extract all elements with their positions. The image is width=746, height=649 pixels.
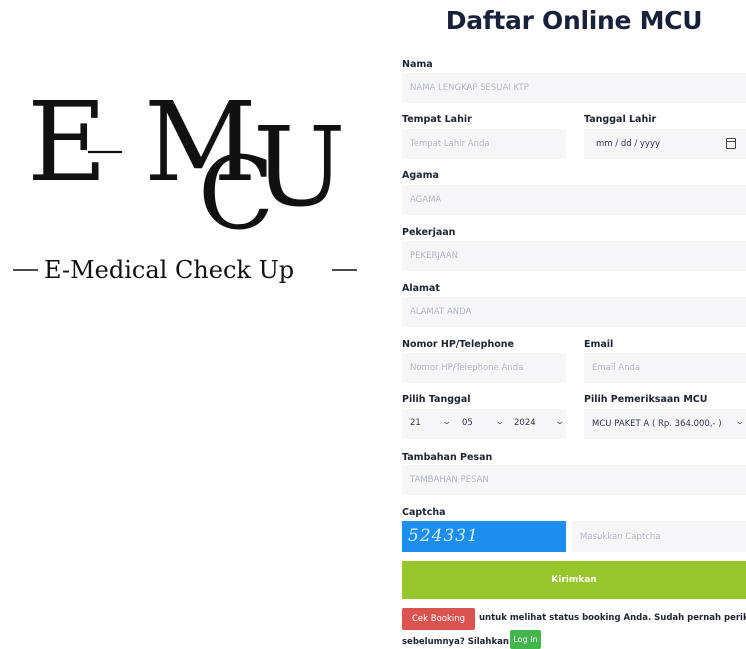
kirimkan-button[interactable]: Kirimkan xyxy=(402,561,746,599)
nomor-hp-label: Nomor HP/Telephone xyxy=(402,339,514,350)
month-value: 05 xyxy=(462,418,473,428)
pemeriksaan-label: Pilih Pemeriksaan MCU xyxy=(584,394,708,405)
chevron-down-icon: ⌄ xyxy=(734,417,746,427)
logo-letter-u: U xyxy=(253,103,346,231)
pekerjaan-placeholder: PEKERJAAN xyxy=(410,251,458,261)
agama-label: Agama xyxy=(402,170,439,181)
alamat-placeholder: ALAMAT ANDA xyxy=(410,307,472,317)
email-placeholder: Email Anda xyxy=(592,363,641,373)
booking-info-text: untuk melihat status booking Anda. Sudah… xyxy=(479,613,746,623)
tanggal-lahir-input[interactable]: mm / dd / yyyy xyxy=(584,129,746,159)
pilih-tanggal-group: 21 ⌄ 05 ⌄ 2024 ⌄ xyxy=(402,409,566,439)
pekerjaan-input[interactable]: PEKERJAAN xyxy=(402,241,746,271)
email-label: Email xyxy=(584,339,614,350)
tempat-lahir-input[interactable]: Tempat Lahir Anda xyxy=(402,129,566,159)
cek-booking-button[interactable]: Cek Booking xyxy=(402,608,475,630)
logo-letter-e: E xyxy=(27,78,107,206)
chevron-down-icon: ⌄ xyxy=(494,417,506,427)
pemeriksaan-select[interactable]: MCU PAKET A ( Rp. 364.000,- ) ⌄ xyxy=(584,409,746,439)
logo-graphic: E M C U E-Medical Check Up xyxy=(13,78,357,284)
day-value: 21 xyxy=(410,418,421,428)
tempat-lahir-placeholder: Tempat Lahir Anda xyxy=(410,139,490,149)
pekerjaan-label: Pekerjaan xyxy=(402,227,456,238)
nama-input[interactable]: NAMA LENGKAP SESUAI KTP xyxy=(402,73,746,103)
agama-placeholder: AGAMA xyxy=(410,195,442,205)
form-title: Daftar Online MCU xyxy=(445,6,703,35)
day-select[interactable]: 21 ⌄ xyxy=(402,409,456,439)
month-select[interactable]: 05 ⌄ xyxy=(456,409,510,439)
captcha-image: 524331 xyxy=(402,521,566,552)
login-prompt-text: sebelumnya? Silahkan xyxy=(402,637,509,647)
captcha-code: 524331 xyxy=(408,526,479,546)
nomor-hp-placeholder: Nomor HP/Telephone Anda xyxy=(410,363,524,373)
captcha-placeholder: Masukkan Captcha xyxy=(580,531,661,542)
emcu-logo: E M C U E-Medical Check Up xyxy=(0,60,372,300)
pemeriksaan-value: MCU PAKET A ( Rp. 364.000,- ) xyxy=(592,419,722,429)
alamat-label: Alamat xyxy=(402,283,440,294)
nomor-hp-input[interactable]: Nomor HP/Telephone Anda xyxy=(402,353,566,383)
login-button[interactable]: Log In xyxy=(510,630,541,649)
chevron-down-icon: ⌄ xyxy=(441,417,453,427)
alamat-input[interactable]: ALAMAT ANDA xyxy=(402,297,746,327)
nama-placeholder: NAMA LENGKAP SESUAI KTP xyxy=(410,83,529,93)
captcha-input[interactable]: Masukkan Captcha xyxy=(572,521,746,552)
chevron-down-icon: ⌄ xyxy=(554,417,566,427)
tanggal-lahir-placeholder: mm / dd / yyyy xyxy=(596,139,661,149)
logo-tagline: E-Medical Check Up xyxy=(44,256,294,284)
year-value: 2024 xyxy=(514,418,536,428)
tambahan-placeholder: TAMBAHAN PESAN xyxy=(410,475,489,485)
pilih-tanggal-label: Pilih Tanggal xyxy=(402,394,471,405)
captcha-label: Captcha xyxy=(402,507,446,518)
nama-label: Nama xyxy=(402,59,433,70)
calendar-icon[interactable] xyxy=(726,138,736,149)
tambahan-label: Tambahan Pesan xyxy=(402,452,493,463)
agama-input[interactable]: AGAMA xyxy=(402,185,746,215)
email-input[interactable]: Email Anda xyxy=(584,353,746,383)
tanggal-lahir-label: Tanggal Lahir xyxy=(584,114,657,125)
year-select[interactable]: 2024 ⌄ xyxy=(510,409,566,439)
tambahan-input[interactable]: TAMBAHAN PESAN xyxy=(402,465,746,495)
tempat-lahir-label: Tempat Lahir xyxy=(402,114,472,125)
